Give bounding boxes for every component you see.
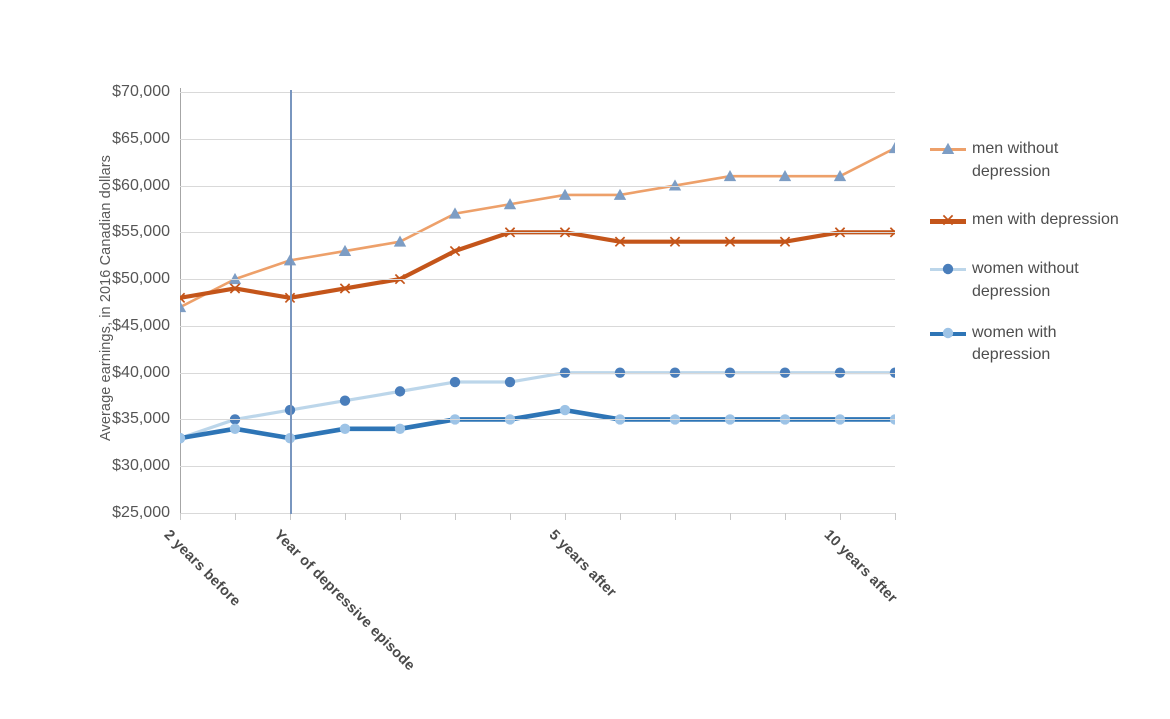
data-point-marker [559, 404, 571, 416]
y-axis-tick-label: $40,000 [112, 363, 170, 381]
x-axis-tick [400, 513, 401, 520]
legend-label: men with depression [972, 211, 1119, 229]
x-axis-tick [730, 513, 731, 520]
x-axis-tick [565, 513, 566, 520]
series-lines [180, 141, 895, 444]
y-axis-tick-label: $25,000 [112, 504, 170, 521]
legend-label: women with depression [972, 323, 1057, 364]
x-axis-tick [840, 513, 841, 520]
legend-label: men without depression [972, 140, 1059, 180]
gridline [180, 325, 895, 327]
data-point-marker [393, 235, 407, 247]
legend-key-circle-icon [928, 322, 968, 344]
y-axis-tick-label: $70,000 [112, 83, 170, 100]
x-axis-tick [620, 513, 621, 520]
plot-area [180, 92, 895, 514]
x-axis-tick [510, 513, 511, 520]
data-point-marker [339, 395, 351, 406]
y-axis-tick-label: $65,000 [112, 129, 170, 147]
legend-item[interactable]: women with depression [928, 322, 1160, 367]
gridline [180, 185, 895, 187]
legend-key-x-icon [928, 209, 968, 231]
legend-marker-icon [941, 142, 955, 154]
x-axis-tick [180, 513, 181, 520]
gridline [180, 232, 895, 234]
x-axis-tick [290, 513, 291, 520]
y-axis-tick-label: $50,000 [112, 270, 170, 288]
legend-marker-icon [942, 327, 954, 338]
legend-marker-icon [942, 263, 954, 275]
series-women-without-depression [180, 367, 895, 444]
gridline [180, 419, 895, 421]
x-axis-tick [785, 513, 786, 520]
data-point-marker [394, 386, 406, 397]
data-point-marker [504, 376, 516, 388]
legend-key-triangle-icon [928, 138, 968, 160]
y-axis-tick-label: $55,000 [112, 223, 170, 241]
x-axis-tick [675, 513, 676, 520]
x-axis-tick [235, 513, 236, 520]
legend-item[interactable]: men with depression [928, 209, 1160, 232]
data-point-marker [394, 423, 406, 434]
y-axis-tick-label: $30,000 [112, 457, 170, 475]
legend-item[interactable]: women without depression [928, 258, 1160, 303]
data-point-marker [339, 423, 351, 434]
legend-marker-icon [942, 215, 954, 226]
x-axis-tick-label: 2 years before [160, 527, 244, 610]
x-axis-tick [455, 513, 456, 520]
y-axis-tick-label: $35,000 [112, 410, 170, 428]
y-axis-tick-labels: $25,000 $30,000 $35,000 $40,000 $45,000 $50,0… [70, 0, 170, 719]
x-axis-tick [895, 513, 896, 520]
x-axis-tick-label: Year of depressive episode [270, 527, 418, 675]
chart-legend: men without depression men with depressio… [928, 138, 1160, 367]
data-point-marker [180, 432, 186, 444]
x-axis-tick [345, 513, 346, 520]
episode-vertical-line [290, 90, 292, 514]
gridline [180, 138, 895, 140]
legend-item[interactable]: men without depression [928, 138, 1160, 183]
x-axis-tick-label: 5 years after [545, 527, 620, 601]
data-point-marker [449, 376, 461, 388]
y-axis-tick-label: $45,000 [112, 316, 170, 334]
gridline [180, 372, 895, 374]
data-point-marker [229, 423, 241, 434]
gridline [180, 92, 895, 93]
gridline [180, 466, 895, 468]
legend-key-circle-icon [928, 258, 968, 280]
x-axis-tick-label: 10 years after [820, 527, 901, 607]
series-men-without-depression [180, 141, 895, 313]
gridline [180, 279, 895, 281]
line-chart: Average earnings, in 2016 Canadian dolla… [0, 0, 1170, 719]
legend-label: women without depression [972, 260, 1079, 300]
gridline [180, 513, 895, 514]
y-axis-tick-label: $60,000 [112, 176, 170, 194]
